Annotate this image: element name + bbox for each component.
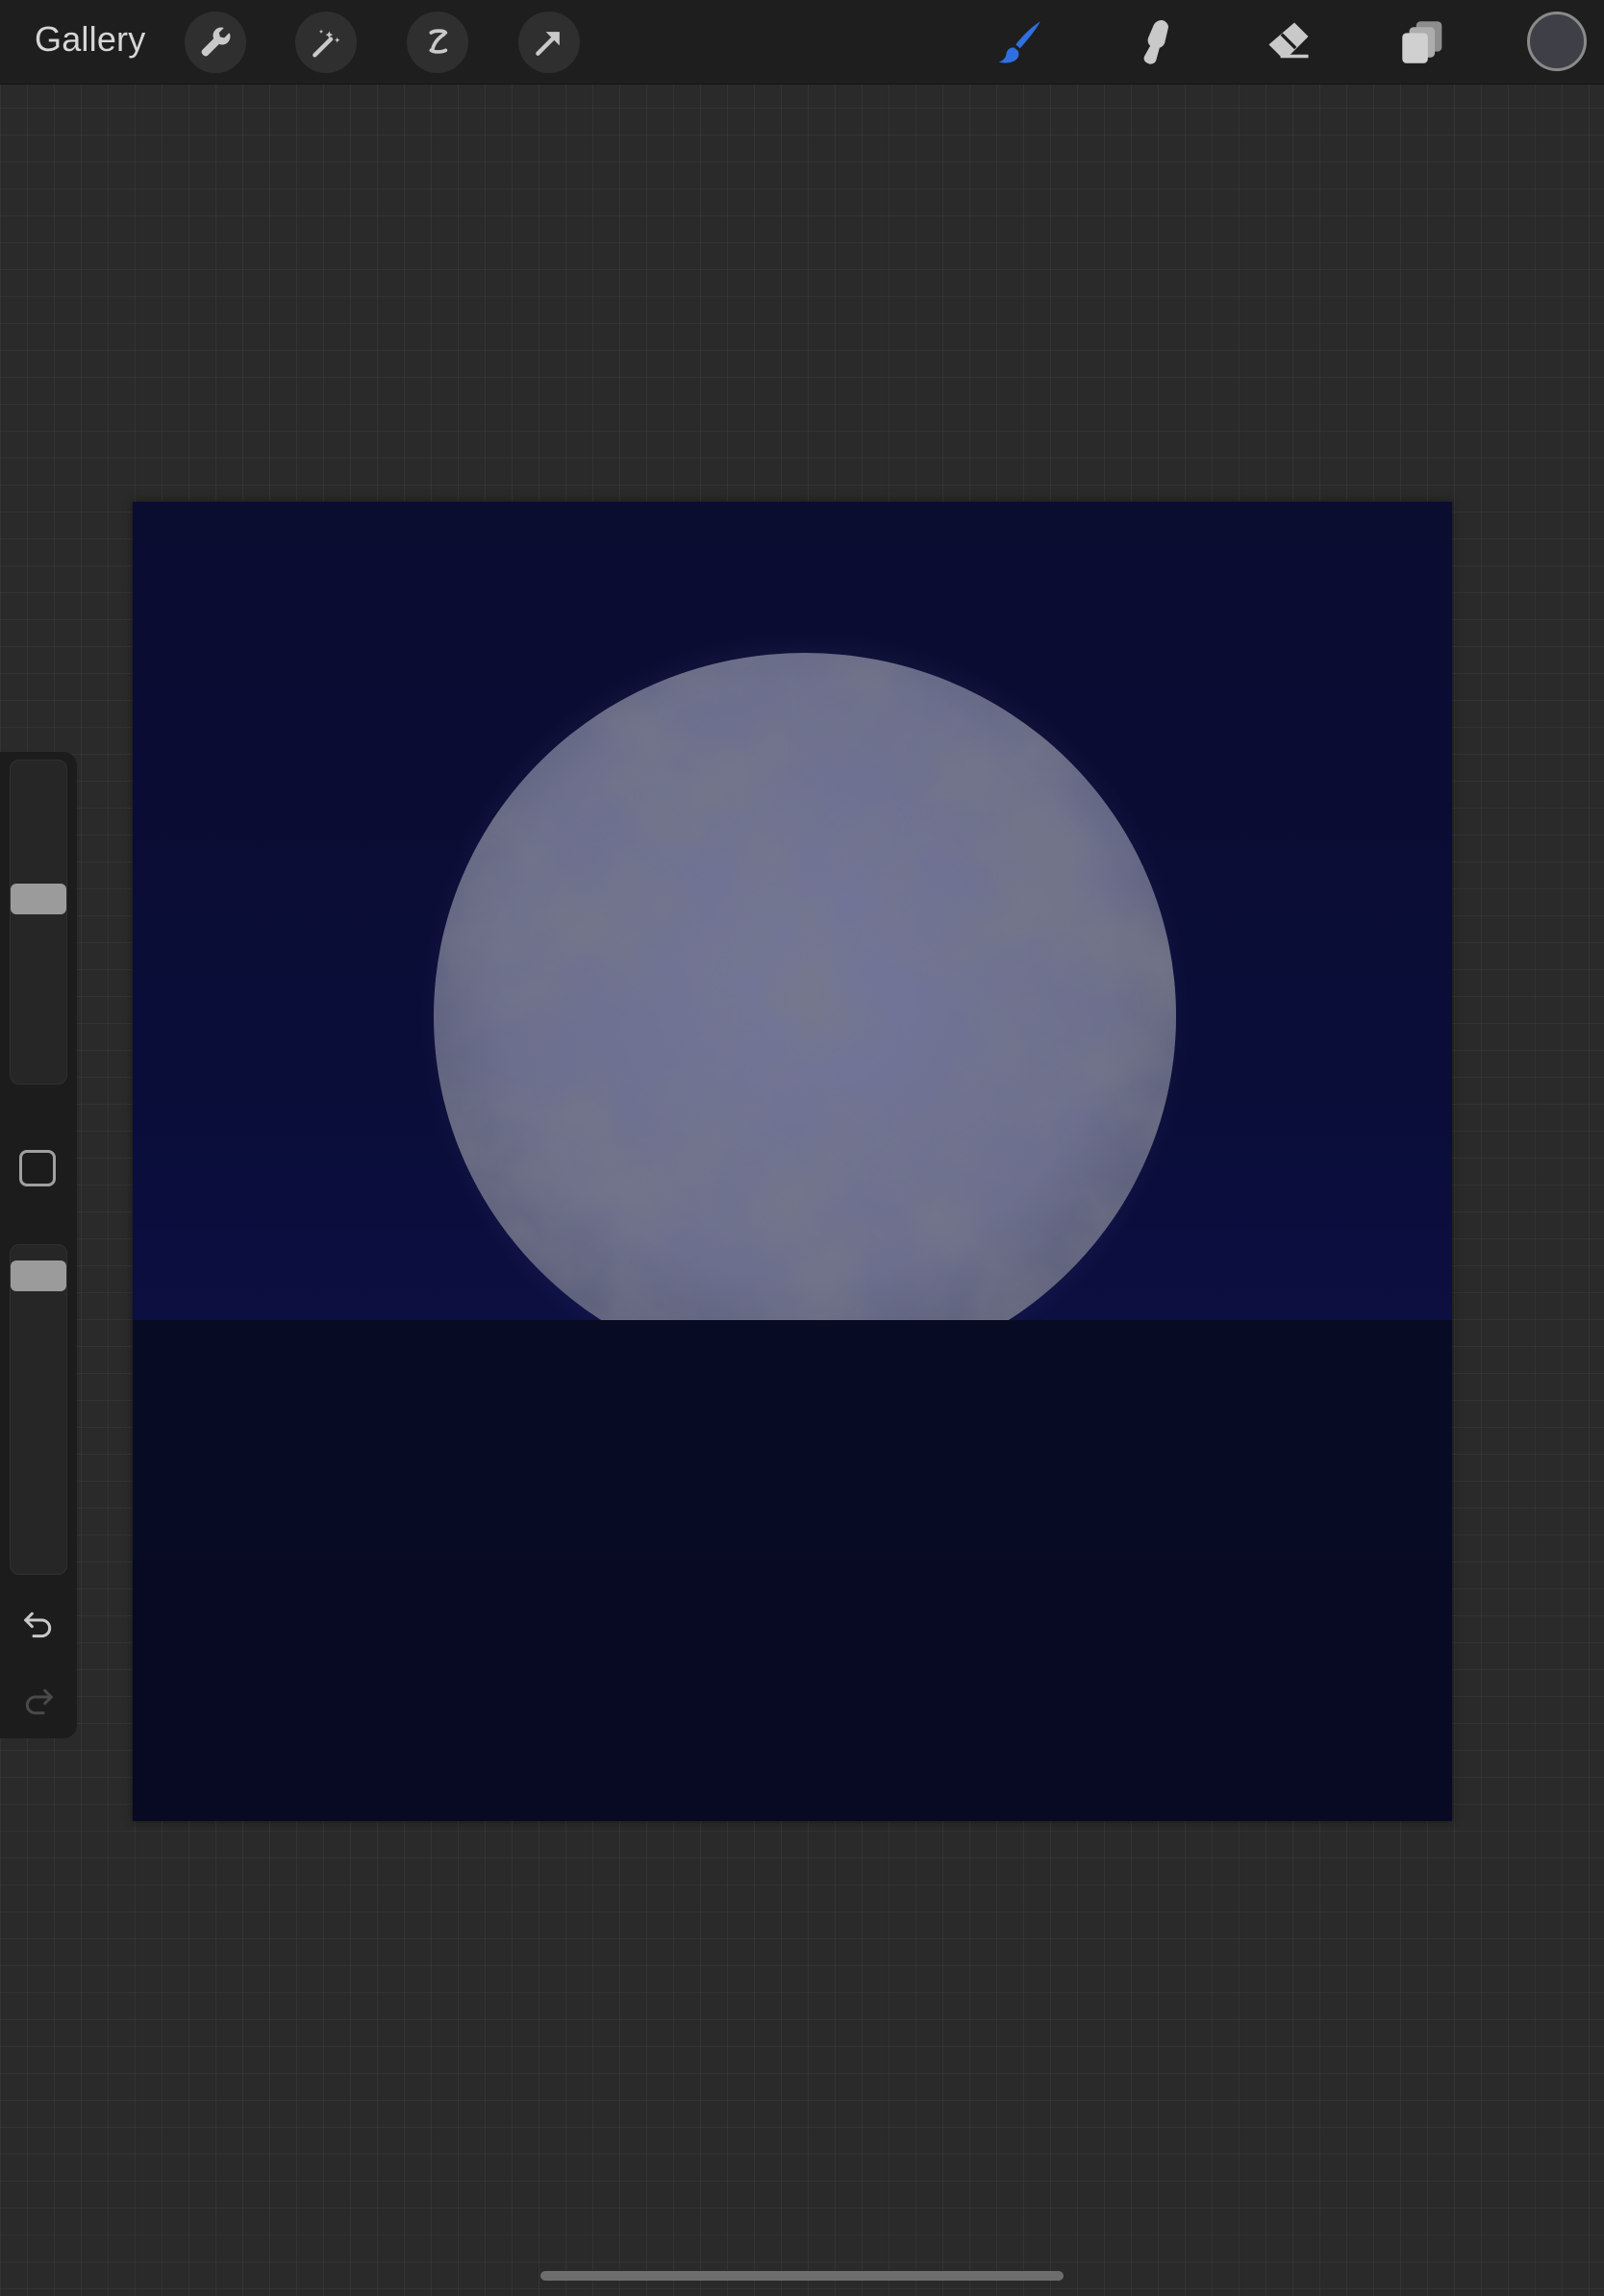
eraser-icon: [1268, 22, 1309, 59]
actions-button[interactable]: [185, 12, 246, 73]
transform-button[interactable]: [518, 12, 580, 73]
wrench-icon: [201, 27, 231, 57]
modify-button[interactable]: [19, 1150, 56, 1186]
home-indicator[interactable]: [540, 2271, 1064, 2281]
layers-icon: [1402, 21, 1442, 63]
moon-craters: [434, 653, 1176, 1320]
top-toolbar: Gallery: [0, 0, 1604, 85]
opacity-slider[interactable]: [10, 1244, 67, 1575]
redo-icon: [25, 1688, 53, 1715]
left-sidebar: [0, 752, 77, 1738]
transform-arrow-icon: [536, 32, 560, 56]
smudge-tool-button[interactable]: [1123, 12, 1185, 73]
layers-button[interactable]: [1392, 12, 1454, 73]
gallery-link[interactable]: Gallery: [35, 19, 145, 60]
undo-button[interactable]: [17, 1606, 60, 1644]
smudge-icon: [1143, 20, 1168, 64]
brush-size-slider[interactable]: [10, 760, 67, 1085]
moon-artwork: [133, 632, 1452, 1821]
redo-button[interactable]: [17, 1683, 60, 1721]
adjustments-button[interactable]: [295, 12, 357, 73]
ground-shadow: [133, 1560, 1452, 1821]
eraser-tool-button[interactable]: [1258, 12, 1319, 73]
selection-button[interactable]: [407, 12, 468, 73]
opacity-thumb[interactable]: [11, 1260, 66, 1291]
color-picker-swatch[interactable]: [1527, 12, 1587, 71]
magic-wand-icon: [313, 29, 340, 58]
brush-icon: [998, 21, 1040, 63]
brush-size-thumb[interactable]: [11, 884, 66, 914]
undo-icon: [24, 1611, 52, 1638]
brush-tool-button[interactable]: [989, 12, 1050, 73]
drawing-canvas[interactable]: [133, 502, 1452, 1821]
procreate-workspace: Gallery: [0, 0, 1604, 2296]
selection-icon: [429, 29, 448, 54]
